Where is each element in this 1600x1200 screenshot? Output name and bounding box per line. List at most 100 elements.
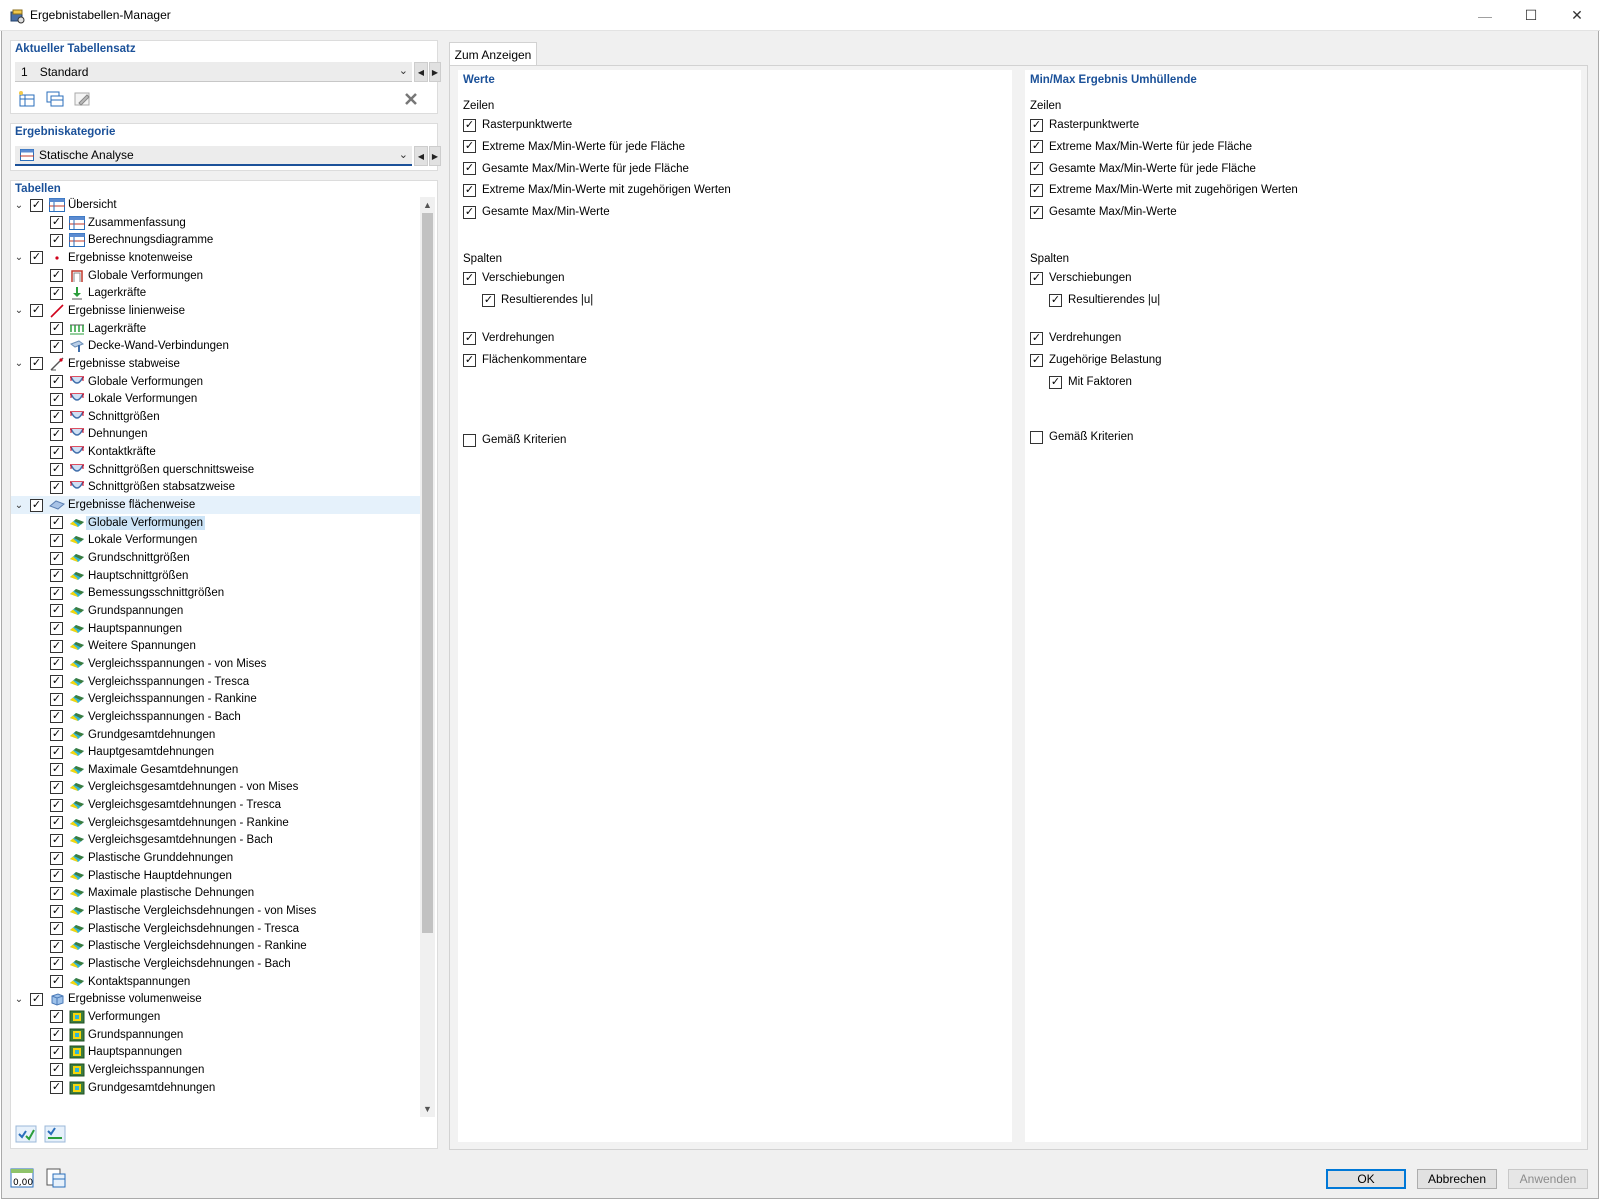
tree-checkbox[interactable]	[50, 516, 63, 530]
option-checkbox[interactable]	[1030, 140, 1043, 154]
tree-checkbox[interactable]	[50, 710, 63, 724]
tree-checkbox[interactable]	[30, 992, 43, 1006]
option-checkbox[interactable]	[1030, 183, 1043, 197]
tree-checkbox[interactable]	[30, 304, 43, 318]
tree-scrollbar[interactable]: ▲ ▼	[420, 197, 435, 1117]
tableset-prev-button[interactable]: ◀	[414, 62, 428, 82]
tree-item[interactable]: Plastische Hauptdehnungen	[11, 867, 421, 885]
tree-checkbox[interactable]	[50, 410, 63, 424]
option-zeile[interactable]: Extreme Max/Min-Werte mit zugehörigen We…	[1030, 182, 1298, 198]
option-zeile[interactable]: Extreme Max/Min-Werte für jede Fläche	[463, 139, 685, 155]
tree-item[interactable]: Hauptschnittgrößen	[11, 567, 421, 585]
tree-checkbox[interactable]	[50, 869, 63, 883]
tree-item[interactable]: Vergleichsgesamtdehnungen - Rankine	[11, 814, 421, 832]
tree-group[interactable]: ⌄ Übersicht	[11, 196, 421, 214]
tree-item[interactable]: Schnittgrößen stabsatzweise	[11, 478, 421, 496]
tree-checkbox[interactable]	[50, 675, 63, 689]
tree-checkbox[interactable]	[50, 375, 63, 388]
close-window-button[interactable]: ✕	[1554, 0, 1600, 31]
category-next-button[interactable]: ▶	[429, 146, 441, 166]
tree-checkbox[interactable]	[50, 728, 63, 741]
tree-item[interactable]: Maximale plastische Dehnungen	[11, 884, 421, 902]
option-zeile[interactable]: Gesamte Max/Min-Werte	[463, 204, 610, 220]
option-spalte[interactable]: Mit Faktoren	[1049, 374, 1132, 390]
scroll-down-icon[interactable]: ▼	[420, 1101, 435, 1117]
tree-checkbox[interactable]	[50, 233, 63, 247]
tree-item[interactable]: Zusammenfassung	[11, 214, 421, 232]
tree-checkbox[interactable]	[50, 833, 63, 847]
tree-item[interactable]: Vergleichsspannungen - Rankine	[11, 690, 421, 708]
tree-item[interactable]: Hauptgesamtdehnungen	[11, 743, 421, 761]
copy-tableset-button[interactable]	[43, 87, 67, 111]
option-kriterien[interactable]: Gemäß Kriterien	[463, 432, 566, 448]
option-checkbox[interactable]	[1030, 430, 1043, 444]
option-checkbox[interactable]	[463, 433, 476, 447]
category-prev-button[interactable]: ◀	[414, 146, 428, 166]
tree-checkbox[interactable]	[50, 604, 63, 618]
tree-checkbox[interactable]	[50, 445, 63, 459]
delete-tableset-button[interactable]	[399, 87, 423, 111]
tree-checkbox[interactable]	[50, 957, 63, 971]
tab-zum-anzeigen[interactable]: Zum Anzeigen	[449, 42, 537, 66]
tree-item[interactable]: Globale Verformungen	[11, 267, 421, 285]
new-tableset-button[interactable]	[15, 87, 39, 111]
maximize-button[interactable]: ☐	[1508, 0, 1554, 31]
option-checkbox[interactable]	[1049, 375, 1062, 389]
tree-item[interactable]: Vergleichsgesamtdehnungen - Bach	[11, 831, 421, 849]
tree-checkbox[interactable]	[50, 1045, 63, 1059]
tree-item[interactable]: Vergleichsspannungen - Tresca	[11, 673, 421, 691]
tree-checkbox[interactable]	[50, 1063, 63, 1077]
tree-group[interactable]: ⌄ Ergebnisse stabweise	[11, 355, 421, 373]
tree-item[interactable]: Vergleichsspannungen - Bach	[11, 708, 421, 726]
tree-checkbox[interactable]	[50, 922, 63, 936]
tree-item[interactable]: Grundgesamtdehnungen	[11, 726, 421, 744]
option-spalte[interactable]: Verdrehungen	[1030, 330, 1121, 346]
tree-checkbox[interactable]	[50, 851, 63, 865]
tree-item[interactable]: Bemessungsschnittgrößen	[11, 584, 421, 602]
tree-checkbox[interactable]	[50, 533, 63, 547]
option-zeile[interactable]: Rasterpunktwerte	[463, 117, 572, 133]
tree-item[interactable]: Schnittgrößen	[11, 408, 421, 426]
tree-checkbox[interactable]	[50, 1010, 63, 1024]
tree-checkbox[interactable]	[50, 463, 63, 477]
option-spalte[interactable]: Flächenkommentare	[463, 352, 587, 368]
tree-checkbox[interactable]	[50, 745, 63, 759]
ok-button[interactable]: OK	[1326, 1169, 1406, 1189]
option-checkbox[interactable]	[1030, 271, 1043, 285]
tree-checkbox[interactable]	[50, 657, 63, 671]
option-zeile[interactable]: Gesamte Max/Min-Werte	[1030, 204, 1177, 220]
tree-item[interactable]: Berechnungsdiagramme	[11, 231, 421, 249]
tree-item[interactable]: Plastische Vergleichsdehnungen - Rankine	[11, 937, 421, 955]
tree-item[interactable]: Weitere Spannungen	[11, 637, 421, 655]
uncheck-all-button[interactable]	[43, 1122, 67, 1146]
option-zeile[interactable]: Extreme Max/Min-Werte mit zugehörigen We…	[463, 182, 731, 198]
option-checkbox[interactable]	[463, 162, 476, 176]
tree-checkbox[interactable]	[50, 939, 63, 953]
tree-checkbox[interactable]	[50, 586, 63, 600]
tree-checkbox[interactable]	[30, 198, 43, 212]
tree-item[interactable]: Lagerkräfte	[11, 320, 421, 338]
tree-checkbox[interactable]	[50, 798, 63, 812]
tree-item[interactable]: Grundspannungen	[11, 602, 421, 620]
apply-button[interactable]: Anwenden	[1508, 1169, 1588, 1189]
option-checkbox[interactable]	[463, 331, 476, 345]
option-zeile[interactable]: Gesamte Max/Min-Werte für jede Fläche	[1030, 161, 1256, 177]
tree-item[interactable]: Globale Verformungen	[11, 373, 421, 391]
option-spalte[interactable]: Verschiebungen	[463, 270, 564, 286]
tree-item[interactable]: Hauptspannungen	[11, 620, 421, 638]
tree-item[interactable]: Verformungen	[11, 1008, 421, 1026]
tree-item[interactable]: Kontaktkräfte	[11, 443, 421, 461]
option-checkbox[interactable]	[1049, 293, 1062, 307]
tree-group[interactable]: ⌄ Ergebnisse knotenweise	[11, 249, 421, 267]
tree-item[interactable]: Maximale Gesamtdehnungen	[11, 761, 421, 779]
tree-checkbox[interactable]	[50, 427, 63, 441]
option-checkbox[interactable]	[1030, 162, 1043, 176]
cancel-button[interactable]: Abbrechen	[1417, 1169, 1497, 1189]
tree-group[interactable]: ⌄ Ergebnisse flächenweise	[11, 496, 421, 515]
tree-item[interactable]: Vergleichsspannungen	[11, 1061, 421, 1079]
tree-item[interactable]: Vergleichsgesamtdehnungen - Tresca	[11, 796, 421, 814]
tree-checkbox[interactable]	[50, 904, 63, 918]
tree-checkbox[interactable]	[50, 286, 63, 300]
tree-item[interactable]: Grundschnittgrößen	[11, 549, 421, 567]
chevron-down-icon[interactable]: ⌄	[13, 499, 25, 511]
